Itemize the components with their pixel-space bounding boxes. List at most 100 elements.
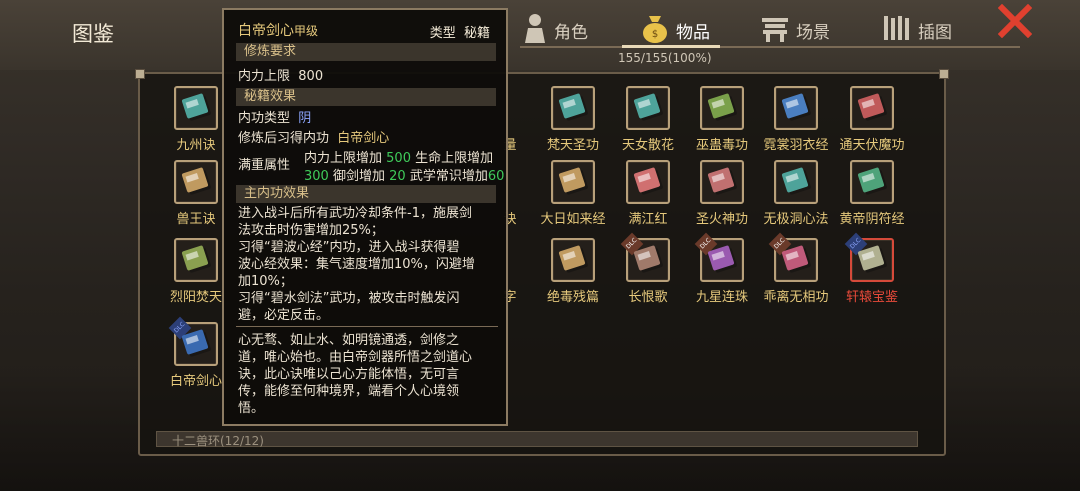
- item-grade: 甲级: [294, 24, 319, 38]
- full-value: 60: [487, 169, 505, 184]
- effect-line: 避，必定反击。: [238, 308, 330, 323]
- effect-line: 进入战斗后所有武功冷却条件-1，施展剑: [238, 206, 472, 221]
- section-main-effect: 主内功效果: [236, 185, 496, 203]
- full-text: 武学常识增加: [409, 169, 488, 184]
- category-bar[interactable]: [156, 431, 918, 447]
- item-card[interactable]: 绝毒残篇: [535, 238, 611, 305]
- book-icon: [707, 93, 735, 119]
- item-label: 长恨歌: [628, 290, 668, 305]
- item-slot: [700, 160, 744, 204]
- building-icon: [760, 14, 790, 47]
- tab-label: 物品: [676, 22, 710, 43]
- ng-type-line: 内功类型 阴: [238, 107, 311, 126]
- tab-underline: [520, 46, 1020, 48]
- item-label: 满江红: [628, 212, 668, 227]
- item-card[interactable]: 大日如来经: [535, 160, 611, 227]
- item-card[interactable]: DLC 轩辕宝鉴: [834, 232, 910, 305]
- full-value: 300: [304, 169, 329, 184]
- close-button[interactable]: [997, 3, 1033, 39]
- item-card[interactable]: DLC 乖离无相功: [758, 232, 834, 305]
- ng-type-label: 内功类型: [238, 111, 291, 126]
- item-card[interactable]: 梵天圣功: [535, 86, 611, 153]
- book-icon: [558, 245, 586, 271]
- book-icon: [558, 167, 586, 193]
- book-icon: [181, 167, 209, 193]
- req-line: 内力上限 800: [238, 65, 323, 84]
- item-slot: [626, 160, 670, 204]
- req-value: 800: [298, 69, 324, 84]
- item-slot: [774, 160, 818, 204]
- item-card[interactable]: 黄帝阴符经: [834, 160, 910, 227]
- book-icon: [633, 167, 661, 193]
- item-slot: [551, 86, 595, 130]
- book-icon: [181, 93, 209, 119]
- item-card[interactable]: 巫蛊毒功: [684, 86, 760, 153]
- item-slot: [174, 160, 218, 204]
- full-text: 生命上限增加: [415, 151, 494, 166]
- book-icon: [857, 167, 885, 193]
- learn-line: 修炼后习得内功 白帝剑心: [238, 127, 389, 146]
- person-icon: [522, 13, 548, 48]
- item-card[interactable]: 霓裳羽衣经: [758, 86, 834, 153]
- item-slot: [626, 86, 670, 130]
- item-label: 大日如来经: [540, 212, 606, 227]
- desc-line: 诀，此心诀唯以己心方能体悟，无可言: [238, 367, 460, 382]
- item-slot: [700, 86, 744, 130]
- item-card[interactable]: DLC 九星连珠: [684, 232, 760, 305]
- close-icon: [997, 3, 1033, 39]
- item-card[interactable]: 无极洞心法: [758, 160, 834, 227]
- item-slot: DLC: [168, 316, 218, 366]
- corner-ornament: [939, 69, 949, 79]
- item-card[interactable]: DLC 长恨歌: [610, 232, 686, 305]
- desc-line: 心无骛、如止水、如明镜通透，剑修之: [238, 333, 460, 348]
- tab-label: 场景: [796, 22, 830, 43]
- item-tooltip: 白帝剑心甲级 类型 秘籍 修炼要求 内力上限 800 秘籍效果 内功类型 阴 修…: [222, 8, 508, 426]
- full-value: 20: [389, 169, 406, 184]
- effect-line: 习得“碧水剑法”武功，被攻击时触发闪: [238, 291, 460, 306]
- item-slot: [551, 160, 595, 204]
- item-label: 圣火神功: [695, 212, 748, 227]
- page-title: 图鉴: [72, 22, 114, 46]
- svg-text:$: $: [652, 29, 658, 40]
- full-line-1: 内力上限增加 500 生命上限增加: [304, 147, 493, 166]
- item-card[interactable]: 通天伏魔功: [834, 86, 910, 153]
- req-label: 内力上限: [238, 69, 291, 84]
- item-label: 梵天圣功: [546, 138, 599, 153]
- item-label: 通天伏魔功: [839, 138, 905, 153]
- item-slot: [174, 238, 218, 282]
- effect-line: 加10%；: [238, 274, 293, 289]
- book-icon: [558, 93, 586, 119]
- full-line-2: 300 御剑增加 20 武学常识增加60: [304, 165, 504, 184]
- item-label: 轩辕宝鉴: [845, 290, 898, 305]
- tab-label: 插图: [918, 22, 952, 43]
- item-label: 黄帝阴符经: [839, 212, 905, 227]
- item-card[interactable]: 天女散花: [610, 86, 686, 153]
- effect-line: 波心经效果：集气速度增加10%，闪避增: [238, 257, 475, 272]
- item-label: 霓裳羽衣经: [763, 138, 829, 153]
- category-label: 十二兽环(12/12): [172, 434, 264, 448]
- corner-ornament: [135, 69, 145, 79]
- item-card[interactable]: 满江红: [610, 160, 686, 227]
- item-label: 巫蛊毒功: [695, 138, 748, 153]
- item-slot: [850, 86, 894, 130]
- section-effects: 秘籍效果: [236, 88, 496, 106]
- effect-text: 进入战斗后所有武功冷却条件-1，施展剑 法攻击时伤害增加25%； 习得“碧波心经…: [238, 205, 496, 324]
- item-slot: DLC: [768, 232, 818, 282]
- item-slot: DLC: [844, 232, 894, 282]
- effect-line: 法攻击时伤害增加25%；: [238, 223, 384, 238]
- book-icon: [181, 245, 209, 271]
- desc-line: 传，能修至何种境界，端看个人心境领: [238, 384, 460, 399]
- learn-label: 修炼后习得内功: [238, 131, 330, 146]
- item-label: 天女散花: [621, 138, 674, 153]
- tab-active-indicator: [622, 45, 720, 48]
- book-icon: [633, 93, 661, 119]
- desc-line: 悟。: [238, 401, 265, 416]
- type-value: 秘籍: [463, 26, 490, 41]
- full-label: 满重属性: [238, 158, 291, 173]
- book-icon: [781, 167, 809, 193]
- item-slot: [774, 86, 818, 130]
- item-label: 乖离无相功: [763, 290, 829, 305]
- item-card[interactable]: 圣火神功: [684, 160, 760, 227]
- item-label: 无极洞心法: [763, 212, 829, 227]
- tooltip-title: 白帝剑心甲级: [238, 20, 318, 40]
